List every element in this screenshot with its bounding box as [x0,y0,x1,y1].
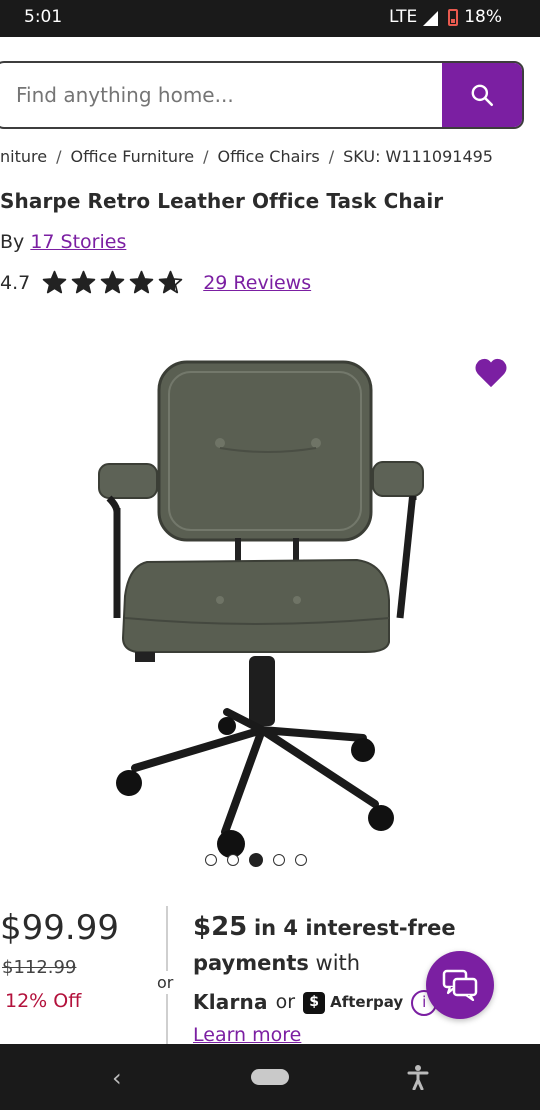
klarna-logo: Klarna [193,990,268,1014]
reviews-link[interactable]: 29 Reviews [203,272,311,294]
installment-info: $25 in 4 interest-free payments with Kla… [193,910,463,1020]
providers-or: or [275,991,296,1013]
back-icon[interactable]: ‹ [112,1064,122,1092]
payment-providers: Klarna or $ Afterpay i [193,985,463,1020]
byline: By 17 Stories [0,231,126,253]
star-icon [158,270,183,294]
current-price: $99.99 [0,908,119,948]
star-icon [71,270,96,294]
image-carousel-dots [205,853,307,867]
afterpay-logo: $ Afterpay [303,985,403,1020]
breadcrumb-item[interactable]: niture [0,147,47,166]
carousel-dot[interactable] [249,853,263,867]
afterpay-label: Afterpay [330,993,404,1011]
product-image[interactable] [95,360,425,860]
sku-label: SKU: W111091495 [343,147,493,166]
status-right: LTE 18% [389,7,502,27]
by-label: By [0,231,25,253]
carousel-dot[interactable] [227,854,239,866]
product-title: Sharpe Retro Leather Office Task Chair [0,189,444,213]
system-nav-bar: ‹ [0,1044,540,1110]
network-label: LTE [388,7,418,27]
heart-icon[interactable] [474,357,508,389]
star-icon [129,270,154,294]
brand-link[interactable]: 17 Stories [30,231,126,253]
search-icon [471,84,494,107]
learn-more-link[interactable]: Learn more [193,1024,301,1046]
payments-word: payments [193,951,309,975]
signal-icon [423,10,439,26]
chat-button[interactable] [426,951,494,1019]
home-button[interactable] [251,1069,289,1085]
status-time: 5:01 [24,7,63,27]
or-label: or [157,971,174,994]
search-button[interactable] [442,63,522,127]
installment-amount: $25 [193,912,248,942]
breadcrumb-separator: / [203,147,209,166]
discount-label: 12% Off [5,990,82,1012]
breadcrumb-item-office-furniture[interactable]: Office Furniture [70,147,194,166]
rating: 4.7 29 Reviews [0,270,311,295]
breadcrumb-separator: / [328,147,335,166]
with-word: with [315,951,361,975]
star-icon [100,270,125,294]
carousel-dot[interactable] [295,854,307,866]
breadcrumb-item-office-chairs[interactable]: Office Chairs [217,147,319,166]
chat-icon [442,969,478,1001]
breadcrumb-separator: / [56,147,62,166]
carousel-dot[interactable] [273,854,285,866]
search-input[interactable] [16,83,416,107]
rating-stars [42,270,183,295]
star-icon [42,270,67,294]
breadcrumb: niture / Office Furniture / Office Chairs / SK… [0,147,493,166]
battery-label: 18% [464,7,502,27]
installment-text: in 4 interest-free [253,916,456,940]
afterpay-icon: $ [303,991,326,1014]
battery-icon [448,8,459,26]
carousel-dot[interactable] [205,854,217,866]
original-price: $112.99 [2,957,77,978]
accessibility-icon[interactable] [406,1064,430,1090]
search-bar [0,61,524,129]
status-bar: 5:01 LTE 18% [0,0,540,37]
rating-value: 4.7 [0,271,31,294]
